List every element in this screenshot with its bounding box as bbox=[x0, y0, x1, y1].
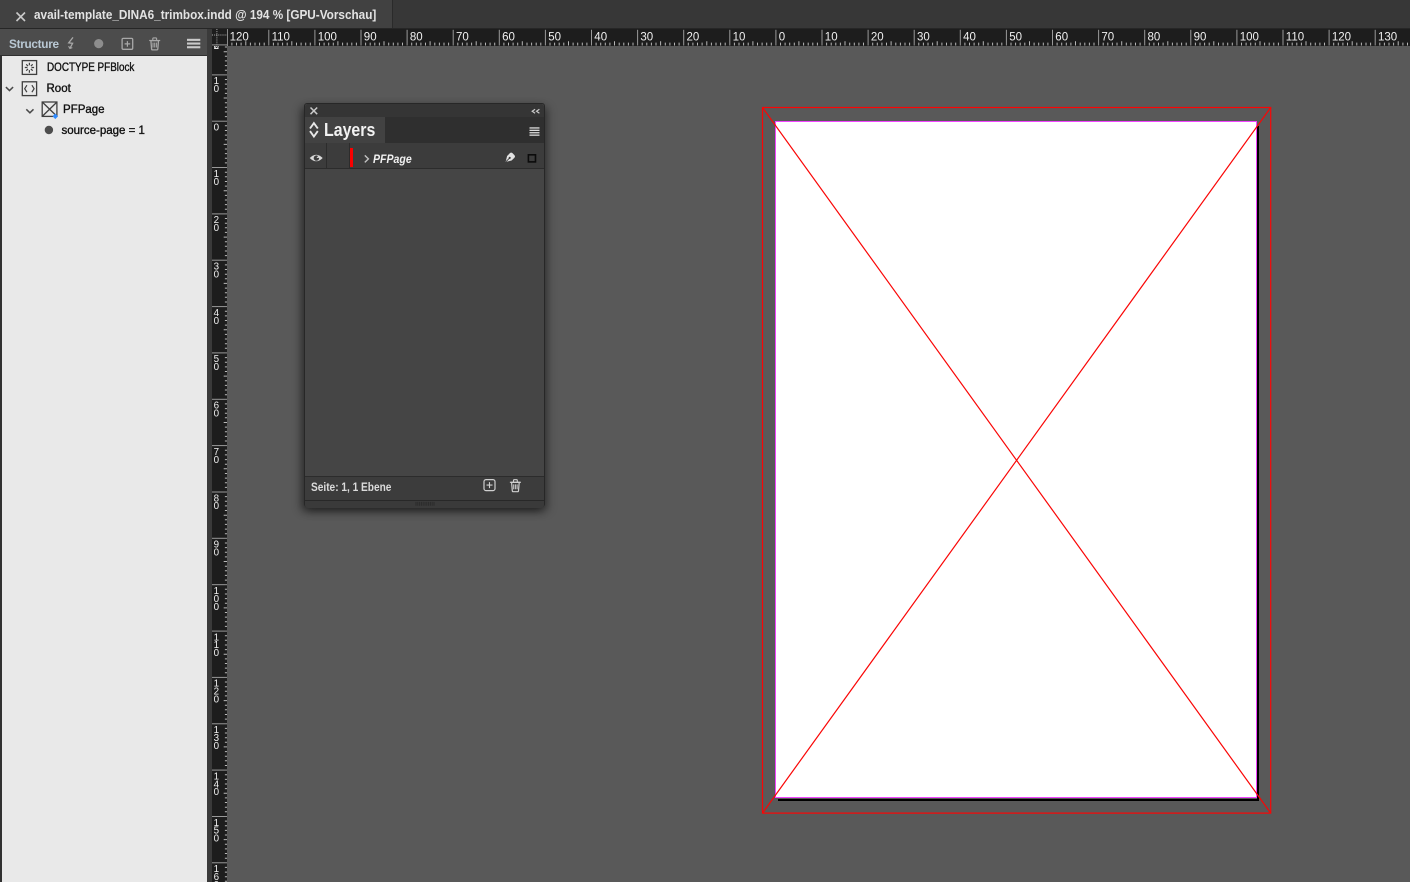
svg-text:30: 30 bbox=[640, 32, 653, 44]
svg-text:0: 0 bbox=[213, 741, 219, 752]
svg-text:0: 0 bbox=[213, 46, 219, 52]
svg-text:50: 50 bbox=[548, 32, 561, 44]
svg-text:100: 100 bbox=[318, 32, 337, 44]
svg-text:0: 0 bbox=[213, 269, 219, 280]
svg-text:100: 100 bbox=[1240, 32, 1259, 44]
svg-text:110: 110 bbox=[1286, 32, 1304, 44]
svg-text:30: 30 bbox=[917, 32, 930, 44]
svg-text:0: 0 bbox=[213, 84, 219, 95]
svg-text:50: 50 bbox=[1009, 32, 1022, 44]
svg-text:0: 0 bbox=[213, 362, 219, 373]
svg-text:40: 40 bbox=[594, 32, 607, 44]
svg-text:130: 130 bbox=[1378, 32, 1397, 44]
svg-text:0: 0 bbox=[213, 694, 219, 705]
svg-text:60: 60 bbox=[1055, 32, 1068, 44]
svg-text:0: 0 bbox=[779, 32, 785, 44]
svg-text:0: 0 bbox=[213, 547, 219, 558]
svg-text:0: 0 bbox=[213, 455, 219, 466]
svg-text:90: 90 bbox=[1194, 32, 1207, 44]
svg-text:0: 0 bbox=[213, 602, 219, 613]
svg-text:10: 10 bbox=[733, 32, 746, 44]
svg-text:0: 0 bbox=[213, 177, 219, 188]
svg-text:0: 0 bbox=[213, 501, 219, 512]
svg-text:0: 0 bbox=[213, 223, 219, 234]
svg-text:20: 20 bbox=[687, 32, 700, 44]
svg-text:0: 0 bbox=[213, 122, 219, 133]
svg-text:0: 0 bbox=[213, 408, 219, 419]
svg-text:80: 80 bbox=[1148, 32, 1161, 44]
svg-text:70: 70 bbox=[1101, 32, 1114, 44]
svg-text:0: 0 bbox=[213, 316, 219, 327]
svg-text:20: 20 bbox=[871, 32, 884, 44]
svg-text:10: 10 bbox=[825, 32, 838, 44]
svg-text:90: 90 bbox=[364, 32, 377, 44]
svg-text:0: 0 bbox=[213, 833, 219, 844]
svg-text:40: 40 bbox=[963, 32, 976, 44]
svg-text:0: 0 bbox=[213, 648, 219, 659]
svg-text:80: 80 bbox=[410, 32, 423, 44]
svg-text:60: 60 bbox=[502, 32, 515, 44]
svg-text:0: 0 bbox=[213, 787, 219, 798]
svg-text:70: 70 bbox=[456, 32, 469, 44]
svg-text:120: 120 bbox=[1332, 32, 1351, 44]
svg-text:110: 110 bbox=[272, 32, 290, 44]
